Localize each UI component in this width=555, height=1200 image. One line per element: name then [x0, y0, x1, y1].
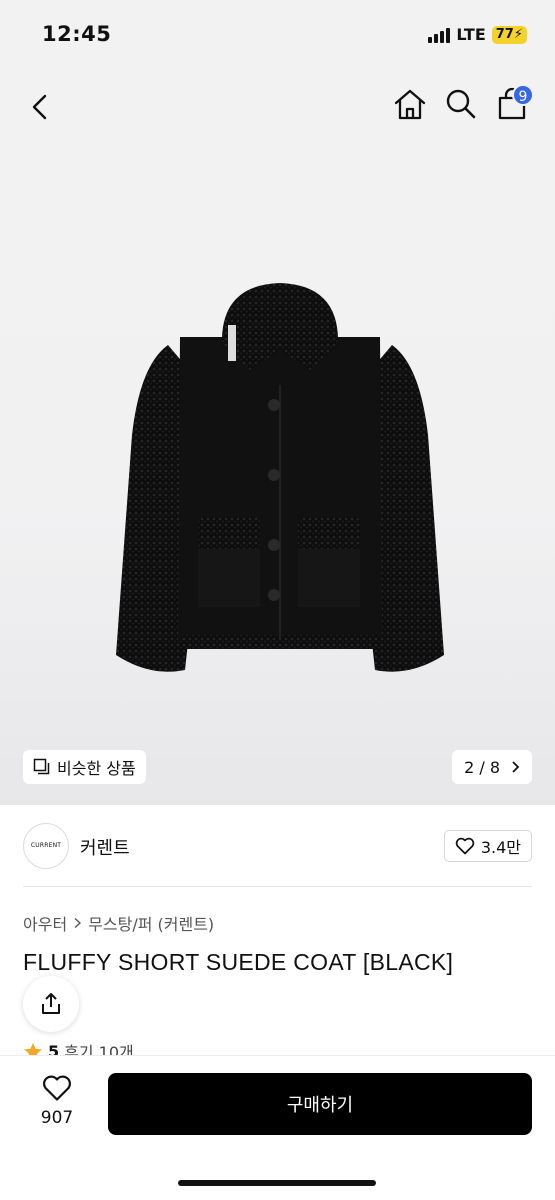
- heart-icon: [43, 1075, 71, 1101]
- status-indicators: LTE 77⚡: [428, 25, 527, 44]
- product-image: [116, 283, 444, 672]
- brand-like-count: 3.4만: [480, 838, 521, 857]
- similar-products-label: 비슷한 상품: [57, 759, 136, 778]
- brand-name[interactable]: 커렌트: [80, 834, 130, 860]
- share-icon: [42, 993, 60, 1014]
- brand-logo[interactable]: CURRENT: [23, 823, 69, 869]
- home-icon[interactable]: [392, 86, 428, 122]
- pager-label: 2 / 8: [464, 757, 500, 777]
- heart-icon: [455, 837, 475, 855]
- image-pager[interactable]: 2 / 8: [452, 750, 532, 784]
- brand-logo-text: CURRENT: [30, 842, 62, 849]
- back-chevron-icon[interactable]: [24, 90, 58, 124]
- breadcrumb-item[interactable]: 아우터: [23, 911, 67, 935]
- bottom-action-bar: 907 구매하기: [0, 1055, 555, 1200]
- wishlist-button[interactable]: 907: [30, 1074, 84, 1128]
- cart-count-badge: 9: [512, 84, 534, 106]
- brand-row[interactable]: CURRENT 커렌트 3.4만: [0, 805, 555, 887]
- brand-like-button[interactable]: 3.4만: [443, 830, 532, 862]
- battery-icon: 77⚡: [491, 25, 527, 44]
- product-title: FLUFFY SHORT SUEDE COAT [BLACK]: [23, 949, 454, 975]
- search-icon[interactable]: [444, 87, 478, 121]
- status-time: 12:45: [42, 22, 112, 46]
- status-bar: 12:45 LTE 77⚡: [0, 0, 555, 70]
- breadcrumb-item[interactable]: 무스탕/퍼 (커렌트): [88, 911, 214, 935]
- wishlist-count: 907: [40, 1108, 74, 1128]
- buy-button[interactable]: 구매하기: [108, 1073, 532, 1135]
- copy-icon: [33, 758, 50, 775]
- battery-level: 77: [495, 26, 514, 42]
- similar-products-button[interactable]: 비슷한 상품: [23, 750, 146, 784]
- breadcrumb: 아우터 무스탕/퍼 (커렌트): [23, 911, 214, 935]
- divider: [23, 886, 532, 887]
- home-indicator: [178, 1180, 376, 1186]
- network-label: LTE: [456, 25, 486, 44]
- share-button[interactable]: [23, 976, 79, 1032]
- chevron-right-icon: [74, 917, 82, 929]
- product-gallery[interactable]: 비슷한 상품 2 / 8: [0, 70, 555, 805]
- signal-icon: [428, 27, 451, 43]
- chevron-right-icon: [512, 761, 520, 773]
